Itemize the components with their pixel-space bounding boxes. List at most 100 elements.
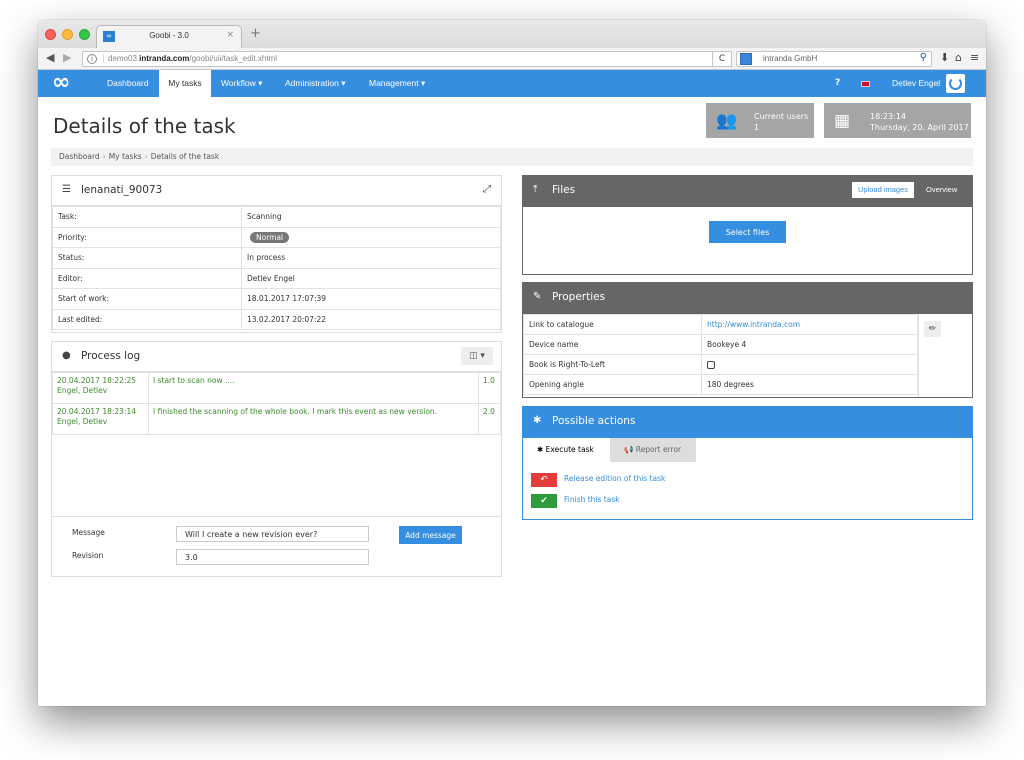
maximize-window-button[interactable]	[79, 29, 90, 40]
prop-value: 180 degrees	[701, 374, 918, 395]
search-input[interactable]: intranda GmbH ⚲	[736, 51, 932, 67]
language-flag-icon[interactable]	[861, 81, 870, 87]
prop-label: Opening angle	[523, 374, 702, 395]
row-value: 18.01.2017 17:07:39	[241, 288, 501, 310]
tab-title: Goobi - 3.0	[149, 31, 189, 40]
breadcrumb-current: Details of the task	[150, 152, 220, 161]
users-icon: 👥	[716, 111, 738, 131]
table-row: 20.04.2017 18:22:25 Engel, Detlev I start…	[52, 372, 501, 404]
undo-icon[interactable]: ↶	[531, 473, 557, 487]
process-log-header: ● Process log ◫ ▾	[52, 342, 501, 372]
revision-input[interactable]	[176, 549, 369, 565]
files-header: ⤒ Files Upload images Overview	[523, 176, 972, 207]
address-bar: ◀ ▶ i demo03.intranda.com/goobi/uii/task…	[38, 48, 986, 70]
check-icon[interactable]: ✔	[531, 494, 557, 508]
nav-my-tasks[interactable]: My tasks	[159, 70, 211, 97]
table-row: Opening angle 180 degrees	[523, 374, 918, 395]
priority-badge: Normal	[250, 231, 290, 243]
nav-administration[interactable]: Administration ▾	[276, 70, 354, 97]
table-row: Task: Scanning	[52, 206, 501, 228]
expand-icon[interactable]: ⤢	[483, 184, 491, 195]
row-value: Scanning	[241, 206, 501, 228]
finish-task-action[interactable]: ✔ Finish this task	[531, 494, 731, 508]
url-input[interactable]: i demo03.intranda.com/goobi/uii/task_edi…	[82, 51, 730, 67]
log-date: 20.04.2017 18:22:25	[57, 376, 137, 385]
gear-icon: ✱	[533, 415, 542, 426]
megaphone-icon: 📢	[624, 445, 636, 454]
nav-workflow[interactable]: Workflow ▾	[212, 70, 271, 97]
table-row: Status: In process	[52, 247, 501, 269]
release-task-action[interactable]: ↶ Release edition of this task	[531, 473, 731, 487]
files-box: ⤒ Files Upload images Overview Select fi…	[522, 175, 973, 275]
row-label: Start of work:	[52, 288, 242, 310]
browser-window: ∞ Goobi - 3.0 × + ◀ ▶ i demo03.intranda.…	[38, 20, 986, 706]
reload-icon[interactable]: C	[712, 51, 732, 67]
app-navbar: ∞ Dashboard My tasks Workflow ▾ Administ…	[38, 70, 986, 97]
close-tab-icon[interactable]: ×	[226, 30, 234, 40]
tab-label: Execute task	[545, 445, 594, 454]
edit-pencil-icon[interactable]: ✏	[924, 321, 941, 337]
back-arrow-icon[interactable]: ◀	[46, 51, 54, 64]
calendar-icon: ▦	[834, 111, 851, 131]
forward-arrow-icon[interactable]: ▶	[63, 51, 71, 64]
clock-widget: ▦ 18:23:14 Thursday, 20. April 2017	[824, 103, 971, 138]
add-message-button[interactable]: Add message	[399, 526, 462, 544]
column-toggle-button[interactable]: ◫ ▾	[461, 347, 493, 365]
row-value: In process	[241, 247, 501, 269]
finish-task-link[interactable]: Finish this task	[564, 495, 620, 504]
tab-overview[interactable]: Overview	[920, 182, 963, 198]
menu-icon[interactable]: ≡	[970, 51, 979, 64]
breadcrumb: Dashboard › My tasks › Details of the task	[51, 148, 973, 166]
breadcrumb-my-tasks[interactable]: My tasks	[109, 152, 142, 161]
minimize-window-button[interactable]	[62, 29, 73, 40]
row-label: Status:	[52, 247, 242, 269]
nav-dashboard[interactable]: Dashboard	[98, 70, 158, 97]
nav-management[interactable]: Management ▾	[360, 70, 434, 97]
user-name[interactable]: Detlev Engel	[892, 70, 940, 97]
current-users-value: 1	[754, 123, 760, 132]
files-title: Files	[552, 184, 576, 196]
help-icon[interactable]: ?	[835, 70, 840, 97]
table-row: Editor: Detlev Engel	[52, 267, 501, 289]
breadcrumb-dashboard[interactable]: Dashboard	[59, 152, 100, 161]
prop-label: Link to catalogue	[523, 314, 702, 335]
page-title: Details of the task	[53, 114, 236, 138]
properties-header: ✎ Properties	[523, 283, 972, 314]
message-input[interactable]	[176, 526, 369, 542]
user-avatar[interactable]	[946, 74, 965, 93]
new-tab-button[interactable]: +	[250, 26, 261, 41]
upload-icon: ⤒	[533, 184, 538, 195]
search-placeholder: intranda GmbH	[763, 54, 818, 63]
process-log-title: Process log	[81, 350, 141, 362]
release-task-link[interactable]: Release edition of this task	[564, 474, 665, 483]
tab-label: Report error	[635, 445, 682, 454]
log-user: Engel, Detlev	[57, 386, 108, 395]
divider	[918, 314, 919, 397]
info-icon[interactable]: i	[87, 54, 97, 64]
properties-title: Properties	[552, 291, 606, 303]
tab-upload-images[interactable]: Upload images	[852, 182, 915, 198]
current-users-label: Current users	[754, 112, 809, 121]
right-to-left-checkbox[interactable]	[707, 361, 715, 369]
download-icon[interactable]: ⬇	[940, 51, 949, 64]
search-icon[interactable]: ⚲	[920, 52, 927, 63]
prop-label: Device name	[523, 334, 702, 355]
task-details-header: ☰ lenanati_90073 ⤢	[52, 176, 501, 206]
close-window-button[interactable]	[45, 29, 56, 40]
search-engine-icon[interactable]	[740, 53, 752, 65]
comment-icon: ●	[62, 350, 71, 361]
home-icon[interactable]: ⌂	[955, 51, 962, 64]
goobi-logo[interactable]: ∞	[52, 72, 70, 94]
log-user: Engel, Detlev	[57, 417, 108, 426]
catalogue-link[interactable]: http://www.intranda.com	[707, 320, 800, 329]
tab-report-error[interactable]: 📢 Report error	[610, 438, 696, 462]
log-date: 20.04.2017 18:23:14	[57, 407, 137, 416]
breadcrumb-separator: ›	[102, 152, 106, 161]
select-files-button[interactable]: Select files	[709, 221, 786, 243]
table-row: Book is Right-To-Left	[523, 354, 918, 375]
browser-tab[interactable]: ∞ Goobi - 3.0 ×	[96, 25, 242, 48]
task-details-table: Task: Scanning Priority: Normal Status: In …	[52, 206, 501, 330]
tab-execute-task[interactable]: ✱ Execute task	[523, 438, 610, 462]
possible-actions-title: Possible actions	[552, 415, 636, 427]
task-title: lenanati_90073	[81, 184, 163, 196]
